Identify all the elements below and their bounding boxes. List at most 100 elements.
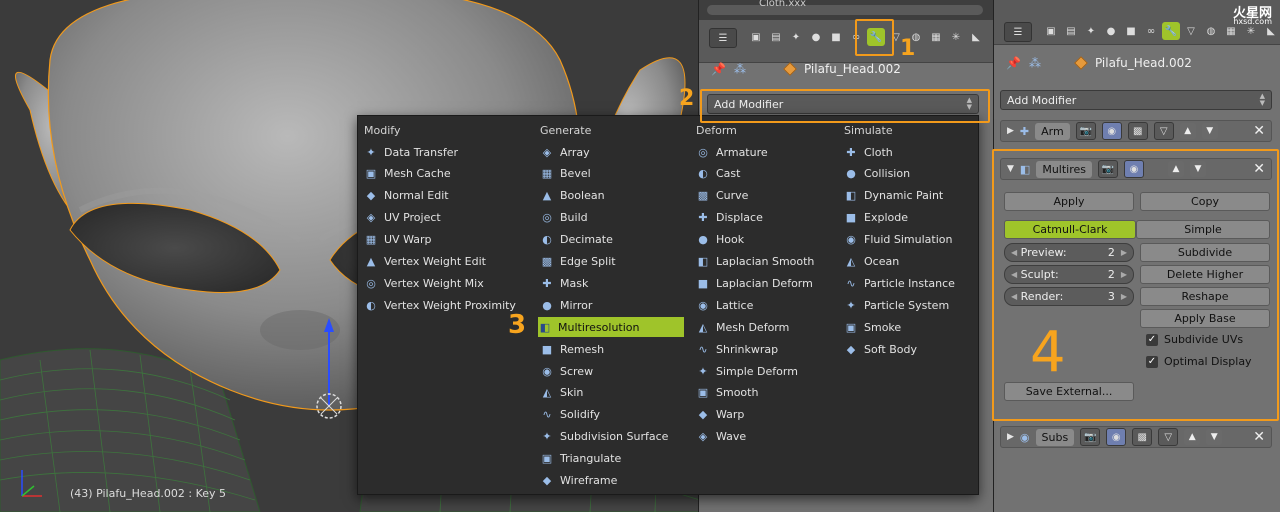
copy-button[interactable]: Copy <box>1140 192 1270 211</box>
subdivide-button[interactable]: Subdivide <box>1140 243 1270 262</box>
menu-item-explode[interactable]: ■ Explode <box>844 208 972 228</box>
cage-toggle-icon[interactable]: ▽ <box>1153 122 1174 140</box>
render-toggle-icon[interactable]: 📷 <box>1075 122 1096 140</box>
modifier-armature-header[interactable]: ▶ ✚ Arm 📷 ◉ ▩ ▽ ▲ ▼ ✕ <box>1000 120 1272 142</box>
menu-item-smooth[interactable]: ▣ Smooth <box>696 383 838 403</box>
move-down-icon[interactable]: ▼ <box>1206 429 1223 445</box>
menu-item-particle-system[interactable]: ✦ Particle System <box>844 295 972 315</box>
render-tab-icon[interactable]: ▣ <box>747 28 765 46</box>
menu-item-wave[interactable]: ◈ Wave <box>696 427 838 447</box>
editmode-toggle-icon[interactable]: ▩ <box>1127 122 1148 140</box>
menu-item-hook[interactable]: ● Hook <box>696 230 838 250</box>
menu-item-warp[interactable]: ◆ Warp <box>696 405 838 425</box>
menu-item-mesh-deform[interactable]: ◭ Mesh Deform <box>696 317 838 337</box>
move-up-icon[interactable]: ▲ <box>1168 161 1184 177</box>
remove-modifier-icon[interactable]: ✕ <box>1253 123 1265 139</box>
constraints-tab-icon[interactable]: ∞ <box>847 28 865 46</box>
increment-arrow-icon[interactable]: ▶ <box>1121 292 1127 301</box>
save-external-button[interactable]: Save External... <box>1004 382 1134 401</box>
editmode-toggle-icon[interactable]: ▩ <box>1132 428 1153 446</box>
move-down-icon[interactable]: ▼ <box>1190 161 1206 177</box>
render-levels-field[interactable]: ◀ Render: 3 ▶ <box>1004 287 1134 306</box>
menu-item-array[interactable]: ◈ Array <box>540 142 686 162</box>
menu-item-vertex-weight-edit[interactable]: ▲ Vertex Weight Edit <box>364 252 524 272</box>
texture-tab-icon[interactable]: ▦ <box>927 28 945 46</box>
viewport-toggle-icon[interactable]: ◉ <box>1106 428 1127 446</box>
checkmark-icon[interactable]: ✓ <box>1146 333 1158 346</box>
menu-item-normal-edit[interactable]: ◆ Normal Edit <box>364 186 524 206</box>
render-tab-icon[interactable]: ▣ <box>1042 22 1060 40</box>
decrement-arrow-icon[interactable]: ◀ <box>1011 292 1017 301</box>
modifiers-wrench-icon[interactable]: 🔧 <box>1162 22 1180 40</box>
remove-modifier-icon[interactable]: ✕ <box>1253 161 1265 177</box>
scene-tab-icon[interactable]: ✦ <box>1082 22 1100 40</box>
menu-item-build[interactable]: ◎ Build <box>540 208 686 228</box>
menu-item-remesh[interactable]: ■ Remesh <box>540 339 686 359</box>
menu-item-uv-warp[interactable]: ▦ UV Warp <box>364 230 524 250</box>
viewport-toggle-icon[interactable]: ◉ <box>1101 122 1122 140</box>
modifier-name-field[interactable]: Multires <box>1036 160 1092 178</box>
scrollbar[interactable] <box>707 5 983 15</box>
preview-levels-field[interactable]: ◀ Preview: 2 ▶ <box>1004 243 1134 262</box>
menu-item-vertex-weight-mix[interactable]: ◎ Vertex Weight Mix <box>364 273 524 293</box>
sculpt-levels-field[interactable]: ◀ Sculpt: 2 ▶ <box>1004 265 1134 284</box>
menu-item-soft-body[interactable]: ◆ Soft Body <box>844 339 972 359</box>
simple-button[interactable]: Simple <box>1136 220 1270 239</box>
menu-item-decimate[interactable]: ◐ Decimate <box>540 230 686 250</box>
expand-arrow-icon[interactable]: ▶ <box>1007 432 1014 442</box>
apply-button[interactable]: Apply <box>1004 192 1134 211</box>
delete-higher-button[interactable]: Delete Higher <box>1140 265 1270 284</box>
move-up-icon[interactable]: ▲ <box>1184 429 1201 445</box>
layers-tab-icon[interactable]: ▤ <box>767 28 785 46</box>
menu-item-collision[interactable]: ● Collision <box>844 164 972 184</box>
modifier-name-field[interactable]: Subs <box>1035 428 1075 446</box>
menu-item-particle-instance[interactable]: ∿ Particle Instance <box>844 273 972 293</box>
menu-item-edge-split[interactable]: ▩ Edge Split <box>540 252 686 272</box>
menu-item-vertex-weight-proximity[interactable]: ◐ Vertex Weight Proximity <box>364 295 524 315</box>
menu-item-data-transfer[interactable]: ✦ Data Transfer <box>364 142 524 162</box>
move-up-icon[interactable]: ▲ <box>1179 123 1196 139</box>
menu-item-bevel[interactable]: ▦ Bevel <box>540 164 686 184</box>
menu-item-cast[interactable]: ◐ Cast <box>696 164 838 184</box>
editor-type-icon[interactable]: ☰ <box>1004 22 1032 42</box>
increment-arrow-icon[interactable]: ▶ <box>1121 248 1127 257</box>
menu-item-mask[interactable]: ✚ Mask <box>540 273 686 293</box>
world-tab-icon[interactable]: ● <box>1102 22 1120 40</box>
menu-item-simple-deform[interactable]: ✦ Simple Deform <box>696 361 838 381</box>
pin-icon[interactable]: 📌 <box>1006 56 1021 70</box>
modifiers-wrench-icon[interactable]: 🔧 <box>867 28 885 46</box>
optimal-display-checkbox[interactable]: ✓ Optimal Display <box>1146 355 1252 368</box>
menu-item-curve[interactable]: ▩ Curve <box>696 186 838 206</box>
increment-arrow-icon[interactable]: ▶ <box>1121 270 1127 279</box>
menu-item-uv-project[interactable]: ◈ UV Project <box>364 208 524 228</box>
menu-item-fluid-simulation[interactable]: ◉ Fluid Simulation <box>844 230 972 250</box>
menu-item-displace[interactable]: ✚ Displace <box>696 208 838 228</box>
world-tab-icon[interactable]: ● <box>807 28 825 46</box>
catmull-clark-button[interactable]: Catmull-Clark <box>1004 220 1136 239</box>
subdivide-uvs-checkbox[interactable]: ✓ Subdivide UVs <box>1146 333 1243 346</box>
move-down-icon[interactable]: ▼ <box>1201 123 1218 139</box>
menu-item-shrinkwrap[interactable]: ∿ Shrinkwrap <box>696 339 838 359</box>
scene-tab-icon[interactable]: ✦ <box>787 28 805 46</box>
render-toggle-icon[interactable]: 📷 <box>1098 160 1118 178</box>
menu-item-smoke[interactable]: ▣ Smoke <box>844 317 972 337</box>
menu-item-ocean[interactable]: ◭ Ocean <box>844 252 972 272</box>
data-tab-icon[interactable]: ▽ <box>1182 22 1200 40</box>
add-modifier-dropdown[interactable]: Add Modifier ▲ ▼ <box>1000 90 1272 110</box>
remove-modifier-icon[interactable]: ✕ <box>1253 429 1265 445</box>
menu-item-wireframe[interactable]: ◆ Wireframe <box>540 471 686 491</box>
menu-item-solidify[interactable]: ∿ Solidify <box>540 405 686 425</box>
viewport-toggle-icon[interactable]: ◉ <box>1124 160 1144 178</box>
particles-tab-icon[interactable]: ✳ <box>947 28 965 46</box>
menu-item-boolean[interactable]: ▲ Boolean <box>540 186 686 206</box>
menu-item-subdivision-surface[interactable]: ✦ Subdivision Surface <box>540 427 686 447</box>
object-tab-icon[interactable]: ■ <box>827 28 845 46</box>
object-tab-icon[interactable]: ■ <box>1122 22 1140 40</box>
layers-tab-icon[interactable]: ▤ <box>1062 22 1080 40</box>
menu-item-cloth[interactable]: ✚ Cloth <box>844 142 972 162</box>
properties-panel-right[interactable]: ☰ ▣ ▤ ✦ ● ■ ∞ 🔧 ▽ ◍ ▦ ✳ ◣ 📌 ⁂ Pilafu_Hea… <box>994 0 1280 512</box>
modifier-name-field[interactable]: Arm <box>1035 122 1070 140</box>
reshape-button[interactable]: Reshape <box>1140 287 1270 306</box>
decrement-arrow-icon[interactable]: ◀ <box>1011 248 1017 257</box>
menu-item-multiresolution[interactable]: ◧ Multiresolution <box>538 317 684 338</box>
